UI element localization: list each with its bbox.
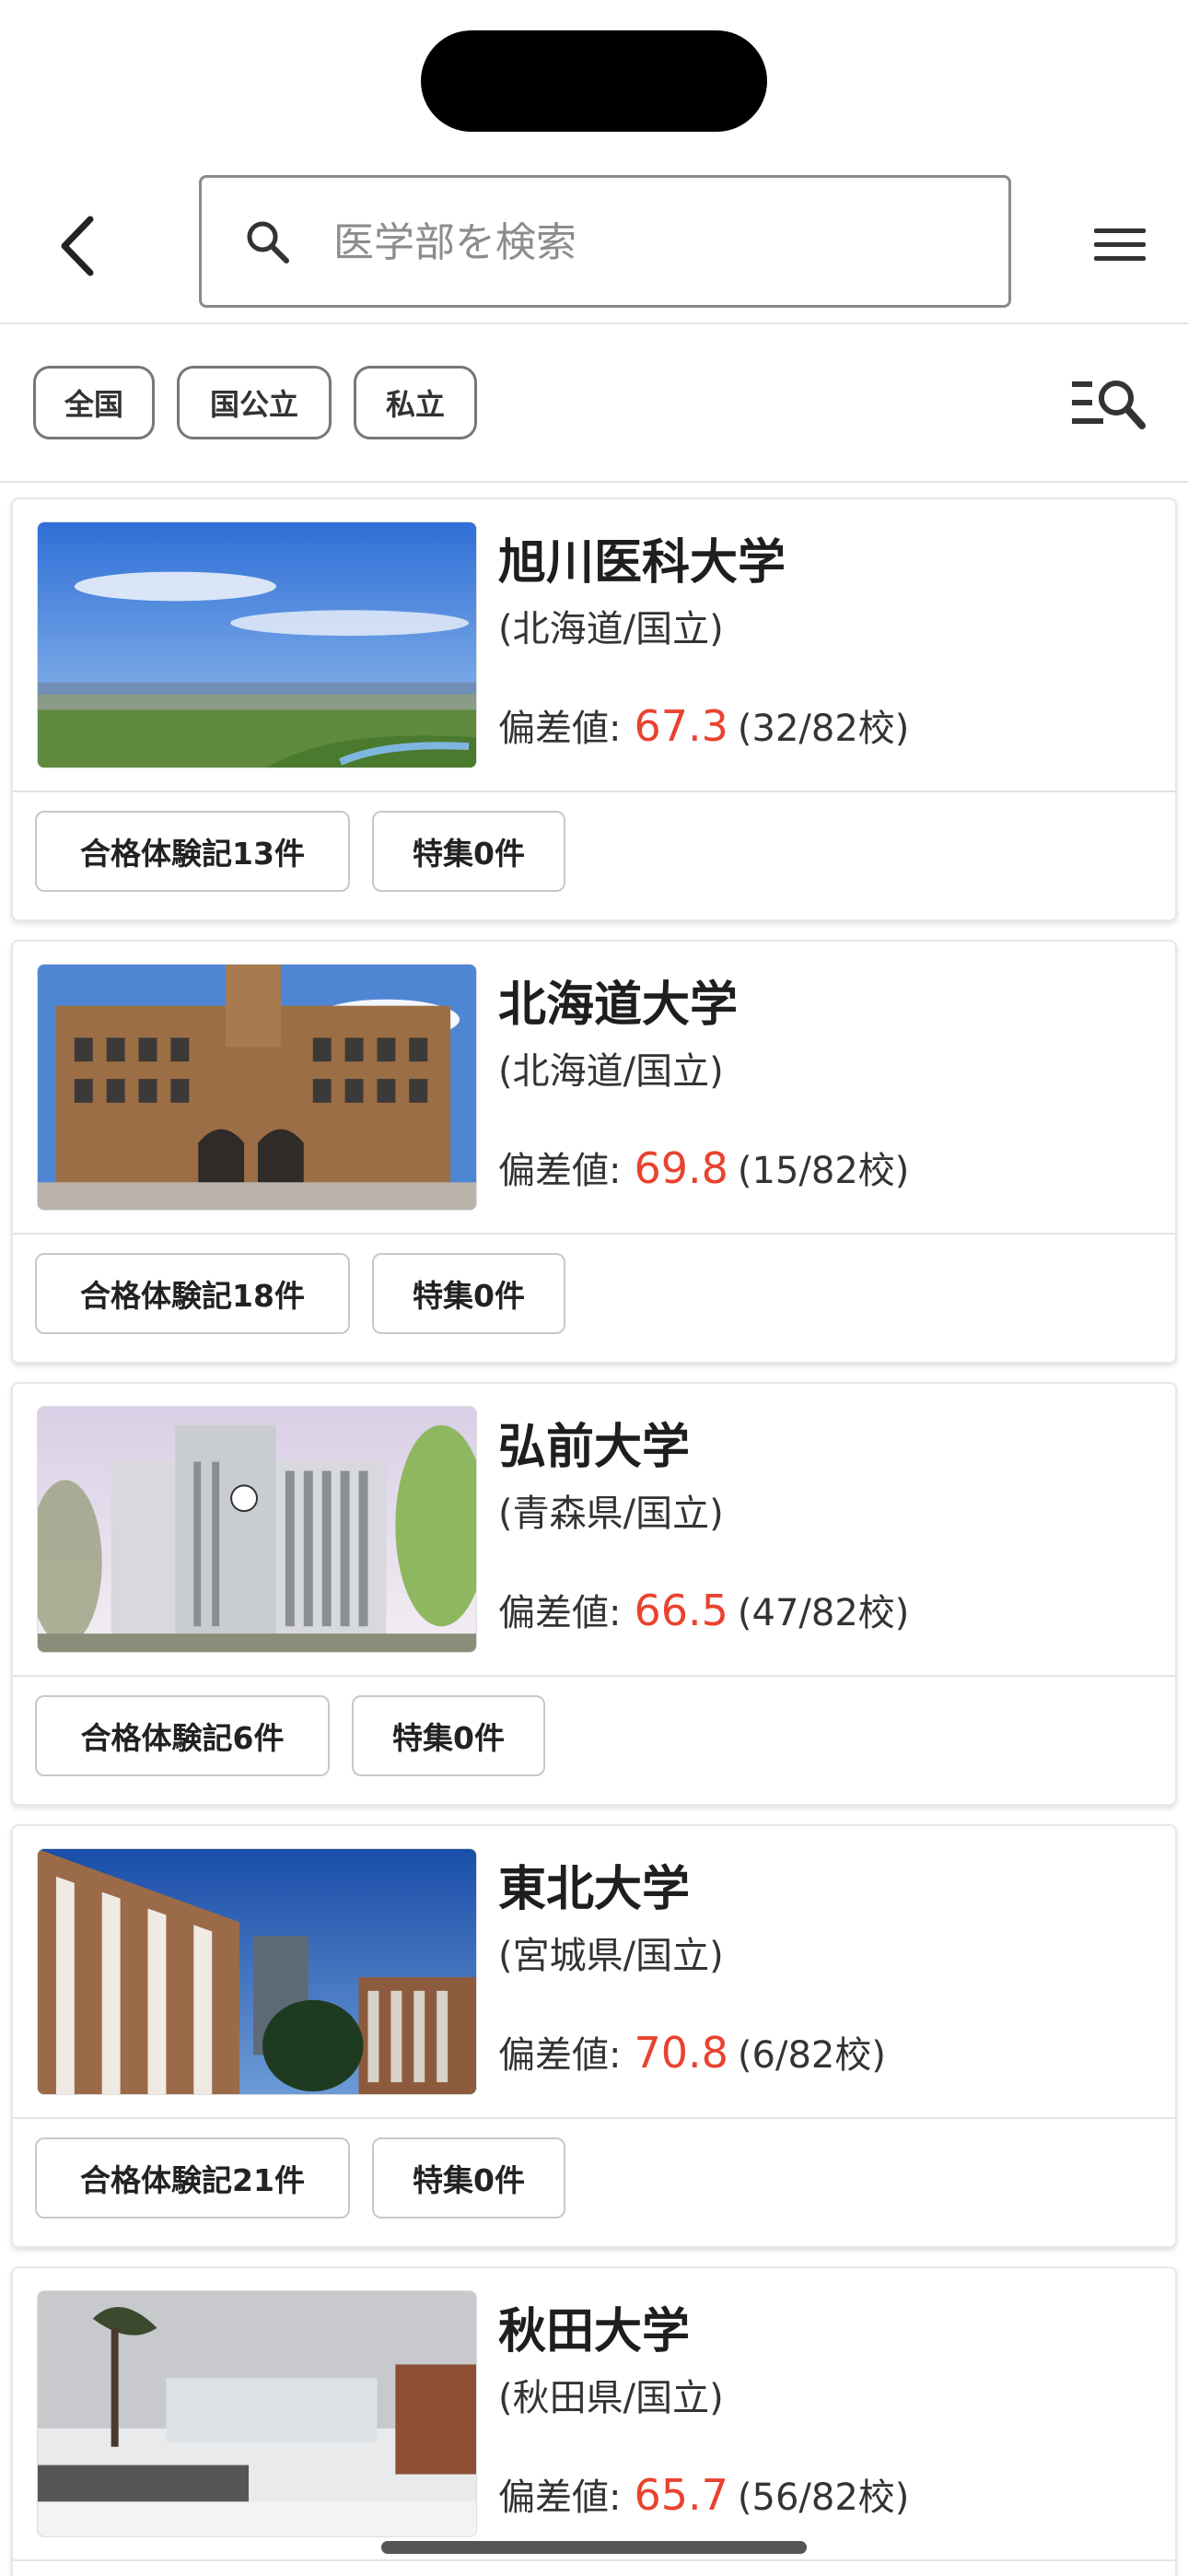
score-value: 66.5	[634, 1586, 728, 1635]
score-rank: (15/82校)	[737, 1150, 910, 1192]
filter-bar: 全国 国公立 私立	[0, 324, 1188, 483]
score-label: 偏差値:	[498, 2476, 622, 2519]
score-value: 69.8	[634, 1143, 728, 1193]
score-value: 70.8	[634, 2028, 728, 2078]
score-line: 偏差値: 70.8 (6/82校)	[498, 2025, 886, 2078]
university-name: 弘前大学	[498, 1420, 691, 1475]
divider	[13, 1233, 1175, 1235]
score-line: 偏差値: 67.3 (32/82校)	[498, 698, 909, 752]
divider	[13, 790, 1175, 792]
divider	[13, 1675, 1175, 1677]
reports-button[interactable]: 合格体験記13件	[35, 811, 350, 892]
header	[0, 171, 1188, 324]
score-label: 偏差値:	[498, 1150, 622, 1192]
features-button[interactable]: 特集0件	[372, 1253, 565, 1334]
score-value: 65.7	[634, 2470, 728, 2520]
university-photo	[37, 1848, 477, 2095]
university-card[interactable]: 北海道大学 (北海道/国立) 偏差値: 69.8 (15/82校) 合格体験記1…	[11, 940, 1177, 1364]
score-label: 偏差値:	[498, 2034, 622, 2077]
score-label: 偏差値:	[498, 1592, 622, 1634]
university-photo	[37, 964, 477, 1211]
dynamic-island	[421, 30, 767, 132]
university-location: (青森県/国立)	[498, 1493, 724, 1535]
reports-button[interactable]: 合格体験記21件	[35, 2137, 350, 2219]
features-button[interactable]: 特集0件	[372, 2137, 565, 2219]
app-screen: 全国 国公立 私立	[0, 0, 1188, 2576]
filter-chip-all[interactable]: 全国	[33, 366, 155, 439]
divider	[13, 2559, 1175, 2561]
university-photo	[37, 521, 477, 768]
hamburger-icon[interactable]	[1090, 216, 1149, 275]
back-button[interactable]	[48, 206, 107, 286]
university-card[interactable]: 旭川医科大学 (北海道/国立) 偏差値: 67.3 (32/82校) 合格体験記…	[11, 498, 1177, 921]
reports-button[interactable]: 合格体験記6件	[35, 1695, 330, 1776]
score-value: 67.3	[634, 701, 728, 751]
university-location: (北海道/国立)	[498, 608, 724, 650]
university-location: (宮城県/国立)	[498, 1935, 724, 1977]
university-location: (秋田県/国立)	[498, 2377, 724, 2419]
reports-button[interactable]: 合格体験記18件	[35, 1253, 350, 1334]
score-line: 偏差値: 69.8 (15/82校)	[498, 1141, 909, 1194]
university-name: 東北大学	[498, 1862, 691, 1917]
search-box[interactable]	[199, 175, 1011, 308]
university-name: 旭川医科大学	[498, 535, 786, 591]
divider	[13, 2117, 1175, 2119]
university-card[interactable]: 東北大学 (宮城県/国立) 偏差値: 70.8 (6/82校) 合格体験記21件…	[11, 1824, 1177, 2248]
home-indicator	[381, 2541, 807, 2554]
score-rank: (47/82校)	[737, 1592, 910, 1634]
university-photo	[37, 1406, 477, 1653]
filter-chip-private[interactable]: 私立	[354, 366, 477, 439]
score-rank: (6/82校)	[737, 2034, 886, 2077]
search-input[interactable]	[333, 196, 978, 288]
score-line: 偏差値: 65.7 (56/82校)	[498, 2467, 909, 2521]
filter-chip-public[interactable]: 国公立	[177, 366, 332, 439]
score-label: 偏差値:	[498, 708, 622, 750]
filter-search-icon[interactable]	[1070, 370, 1147, 435]
chevron-left-icon	[61, 216, 94, 276]
university-card[interactable]: 弘前大学 (青森県/国立) 偏差値: 66.5 (47/82校) 合格体験記6件…	[11, 1382, 1177, 1806]
search-icon	[247, 221, 289, 263]
university-name: 秋田大学	[498, 2304, 691, 2359]
score-rank: (56/82校)	[737, 2476, 910, 2519]
university-name: 北海道大学	[498, 978, 739, 1033]
university-photo	[37, 2290, 477, 2537]
features-button[interactable]: 特集0件	[372, 811, 565, 892]
score-line: 偏差値: 66.5 (47/82校)	[498, 1583, 909, 1636]
features-button[interactable]: 特集0件	[352, 1695, 545, 1776]
university-card[interactable]: 秋田大学 (秋田県/国立) 偏差値: 65.7 (56/82校)	[11, 2266, 1177, 2576]
university-location: (北海道/国立)	[498, 1050, 724, 1093]
score-rank: (32/82校)	[737, 708, 910, 750]
